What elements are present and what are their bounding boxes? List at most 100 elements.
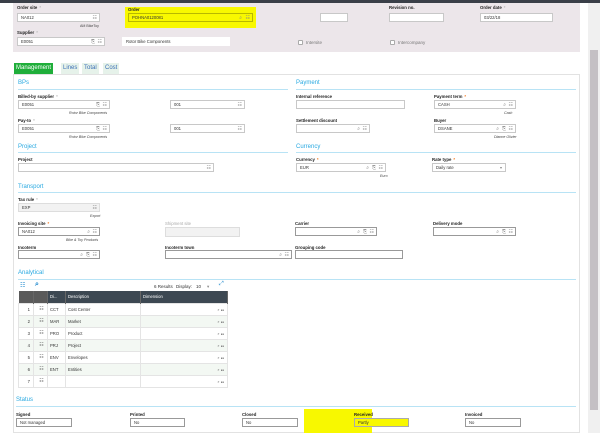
search-icon[interactable]: ⌕ (503, 102, 506, 108)
list-icon[interactable]: ☷ (221, 379, 224, 384)
buyer-input[interactable]: DSANE ⌕ ⎘ ☷ (434, 124, 516, 133)
list-icon[interactable]: ☷ (285, 252, 289, 258)
list-icon[interactable]: ☷ (370, 229, 374, 235)
row-action-icon[interactable]: ☷ (33, 350, 48, 364)
search-icon[interactable]: ⌕ (217, 355, 219, 360)
table-row[interactable]: 2 ☷ MAR Market ⌕ ☷ (18, 314, 228, 328)
list-icon[interactable]: ☷ (103, 126, 107, 132)
search-icon[interactable]: ⌕ (496, 229, 499, 235)
settlement-input[interactable]: ⌕ ☷ (296, 124, 370, 133)
search-icon[interactable]: ⌕ (217, 379, 219, 384)
incoterm-input[interactable]: ⌕ ⎘ ☷ (18, 250, 100, 259)
rate-type-select[interactable]: Daily rate ▾ (432, 163, 506, 172)
tab-cost[interactable]: Cost (103, 63, 120, 74)
list-icon[interactable]: ☷ (93, 252, 97, 258)
project-input[interactable]: ☷ (18, 163, 214, 172)
list-icon[interactable]: ☷ (221, 367, 224, 372)
table-row[interactable]: 6 ☷ ENT Entities ⌕ ☷ (18, 362, 228, 376)
list-icon[interactable]: ☷ (207, 165, 211, 171)
table-settings-icon[interactable]: ☷ (20, 282, 25, 289)
search-icon[interactable]: ⌕ (357, 126, 360, 132)
table-row[interactable]: 3 ☷ PRO Product ⌕ ☷ (18, 326, 228, 340)
search-icon[interactable]: ⌕ (357, 229, 360, 235)
list-icon[interactable]: ☷ (221, 343, 224, 348)
list-icon[interactable]: ☷ (103, 102, 107, 108)
intercompany-checkbox[interactable] (390, 40, 395, 45)
list-icon[interactable]: ☷ (509, 102, 513, 108)
tax-rule-input[interactable]: EXP ☷ (18, 203, 100, 212)
row-action-icon[interactable]: ☷ (33, 326, 48, 340)
copy-icon[interactable]: ⎘ (96, 126, 100, 132)
billed-by-address-input[interactable]: 001 ☷ (170, 100, 245, 109)
col-dimension-type[interactable]: Di... (47, 291, 66, 303)
copy-icon[interactable]: ⎘ (91, 39, 95, 45)
supplier-input[interactable]: E0051 ⎘ ☷ (17, 37, 105, 46)
list-icon[interactable]: ☷ (363, 126, 367, 132)
dimension-cell[interactable]: ⌕ ☷ (140, 326, 228, 340)
expand-icon[interactable]: ⤢ (219, 281, 224, 288)
table-row[interactable]: 5 ☷ ENV Envelopes ⌕ ☷ (18, 350, 228, 364)
order-site-input[interactable]: NA012 ☷ (17, 13, 100, 22)
list-icon[interactable]: ☷ (246, 15, 250, 21)
search-icon[interactable]: ⌕ (217, 319, 219, 324)
dimension-cell[interactable]: ⌕ ☷ (140, 374, 228, 388)
intersite-checkbox[interactable] (298, 40, 303, 45)
order-date-input[interactable]: 03/22/18 (480, 13, 553, 22)
dimension-cell[interactable]: ⌕ ☷ (140, 302, 228, 316)
col-description[interactable]: Description (65, 291, 141, 303)
tab-total[interactable]: Total (82, 63, 99, 74)
copy-icon[interactable]: ⎘ (96, 102, 100, 108)
copy-icon[interactable]: ⎘ (372, 165, 376, 171)
search-icon[interactable]: ⌕ (279, 252, 282, 258)
list-icon[interactable]: ☷ (221, 307, 224, 312)
dimension-cell[interactable]: ⌕ ☷ (140, 338, 228, 352)
grouping-code-input[interactable] (295, 250, 403, 259)
delivery-mode-input[interactable]: ⌕ ⎘ ☷ (433, 227, 516, 236)
search-icon[interactable]: ⌕ (366, 165, 369, 171)
tab-lines[interactable]: Lines (61, 63, 80, 74)
internal-ref-input[interactable] (296, 100, 405, 109)
billed-by-input[interactable]: E0051 ⎘ ☷ (18, 100, 110, 109)
list-icon[interactable]: ☷ (98, 39, 102, 45)
copy-icon[interactable]: ⎘ (502, 229, 506, 235)
copy-icon[interactable]: ⎘ (502, 126, 506, 132)
invoicing-site-input[interactable]: NA012 ⌕ ☷ (18, 227, 100, 236)
blank-input[interactable] (320, 13, 348, 22)
list-icon[interactable]: ☷ (238, 102, 242, 108)
search-icon[interactable]: ⌕ (217, 343, 219, 348)
dimension-cell[interactable]: ⌕ ☷ (140, 314, 228, 328)
search-icon[interactable]: ⌕ (80, 252, 83, 258)
row-action-icon[interactable]: ☷ (33, 338, 48, 352)
list-icon[interactable]: ☷ (238, 126, 242, 132)
tab-management[interactable]: Management (14, 63, 54, 74)
pay-to-input[interactable]: E0051 ⎘ ☷ (18, 124, 110, 133)
display-select[interactable]: 10 ▾ (196, 284, 209, 290)
list-icon[interactable]: ☷ (509, 126, 513, 132)
search-icon[interactable]: ⌕ (217, 367, 219, 372)
scrollbar-thumb[interactable] (590, 50, 598, 410)
dimension-cell[interactable]: ⌕ ☷ (140, 350, 228, 364)
row-action-icon[interactable]: ☷ (33, 302, 48, 316)
list-icon[interactable]: ☷ (379, 165, 383, 171)
carrier-input[interactable]: ⌕ ⎘ ☷ (295, 227, 377, 236)
incoterm-town-input[interactable]: ⌕ ☷ (165, 250, 292, 259)
search-icon[interactable]: ⌕ (217, 331, 219, 336)
list-icon[interactable]: ☷ (221, 355, 224, 360)
copy-icon[interactable]: ⎘ (86, 252, 90, 258)
table-row[interactable]: 4 ☷ PRJ Project ⌕ ☷ (18, 338, 228, 352)
order-input[interactable]: POHNA0120081 ⌕ ☷ (128, 13, 253, 22)
list-icon[interactable]: ☷ (221, 331, 224, 336)
col-dimension[interactable]: Dimension (140, 291, 228, 303)
search-icon[interactable]: ⌕ (217, 307, 219, 312)
currency-input[interactable]: EUR ⌕ ⎘ ☷ (296, 163, 386, 172)
search-icon[interactable]: ⌕ (496, 126, 499, 132)
row-action-icon[interactable]: ☷ (33, 374, 48, 388)
search-icon[interactable]: ⌕ (87, 229, 90, 235)
search-icon[interactable]: ⌕ (239, 15, 242, 21)
copy-icon[interactable]: ⎘ (363, 229, 367, 235)
list-icon[interactable]: ☷ (93, 15, 97, 21)
list-icon[interactable]: ☷ (93, 229, 97, 235)
dimension-cell[interactable]: ⌕ ☷ (140, 362, 228, 376)
list-icon[interactable]: ☷ (93, 205, 97, 211)
row-action-icon[interactable]: ☷ (33, 362, 48, 376)
